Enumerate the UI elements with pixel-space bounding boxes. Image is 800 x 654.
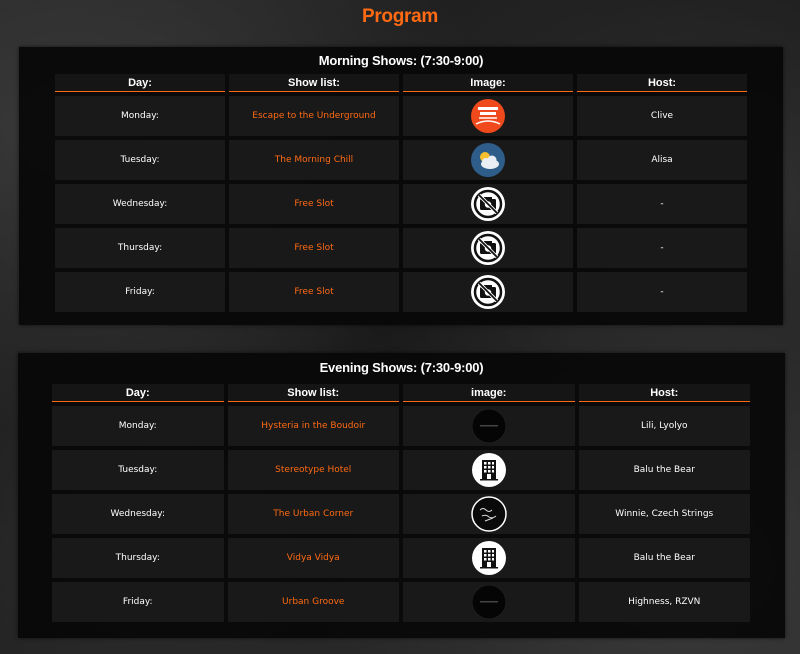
day-cell: Tuesday: [52, 450, 224, 490]
hotel-building-icon [471, 452, 507, 488]
host-cell: Clive [577, 96, 747, 136]
show-link[interactable]: Free Slot [229, 272, 399, 312]
table-row: Monday: Hysteria in the Boudoir Lili, Lyol… [52, 406, 750, 446]
day-cell: Wednesday: [52, 494, 224, 534]
show-link[interactable]: Vidya Vidya [227, 538, 399, 578]
image-cell [403, 582, 575, 622]
evening-shows-panel: Evening Shows: (7:30-9:00) Day: Show lis… [18, 353, 785, 638]
image-cell [403, 96, 573, 136]
table-row: Wednesday: The Urban Corner Winnie, Czech … [52, 494, 750, 534]
show-link[interactable]: Free Slot [229, 228, 399, 268]
no-photo-icon [470, 274, 506, 310]
table-row: Tuesday: The Morning Chill Alisa [55, 140, 747, 180]
day-cell: Tuesday: [55, 140, 225, 180]
show-link[interactable]: Free Slot [229, 184, 399, 224]
morning-shows-title: Morning Shows: (7:30-9:00) [318, 53, 484, 68]
show-link[interactable]: Stereotype Hotel [227, 450, 399, 490]
image-cell [403, 494, 575, 534]
host-cell: Balu the Bear [578, 538, 750, 578]
header-day: Day: [52, 384, 224, 402]
weather-sun-cloud-icon [470, 142, 506, 178]
show-link[interactable]: Hysteria in the Boudoir [227, 406, 399, 446]
image-cell [403, 228, 573, 268]
table-header-row: Day: Show list: image: Host: [52, 384, 750, 402]
hotel-building-icon [471, 540, 507, 576]
table-row: Tuesday: Stereotype Hotel Balu the Bear [52, 450, 750, 490]
table-header-row: Day: Show list: Image: Host: [55, 74, 747, 92]
day-cell: Friday: [52, 582, 224, 622]
host-cell: - [577, 272, 747, 312]
escape-to-the-underground-logo [470, 98, 506, 134]
table-row: Monday: Escape to the Underground Clive [55, 96, 747, 136]
header-host: Host: [577, 74, 747, 92]
no-photo-icon [470, 186, 506, 222]
table-row: Friday: Urban Groove Highness, RZVN [52, 582, 750, 622]
header-image: image: [403, 384, 575, 402]
show-link[interactable]: The Morning Chill [229, 140, 399, 180]
header-show-list: Show list: [227, 384, 399, 402]
show-link[interactable]: The Urban Corner [227, 494, 399, 534]
show-link[interactable]: Escape to the Underground [229, 96, 399, 136]
header-show-list: Show list: [229, 74, 399, 92]
day-cell: Wednesday: [55, 184, 225, 224]
header-day: Day: [55, 74, 225, 92]
host-cell: - [577, 228, 747, 268]
dark-show-logo [471, 584, 507, 620]
day-cell: Friday: [55, 272, 225, 312]
host-cell: Highness, RZVN [578, 582, 750, 622]
table-row: Thursday: Free Slot - [55, 228, 747, 268]
image-cell [403, 450, 575, 490]
header-image: Image: [403, 74, 573, 92]
show-link[interactable]: Urban Groove [227, 582, 399, 622]
evening-shows-title: Evening Shows: (7:30-9:00) [319, 360, 484, 375]
day-cell: Monday: [55, 96, 225, 136]
header-host: Host: [578, 384, 750, 402]
host-cell: Balu the Bear [578, 450, 750, 490]
evening-schedule-table: Day: Show list: image: Host: Monday: Hyst… [48, 380, 754, 626]
day-cell: Thursday: [52, 538, 224, 578]
dark-show-logo [471, 408, 507, 444]
host-cell: - [577, 184, 747, 224]
host-cell: Lili, Lyolyo [578, 406, 750, 446]
image-cell [403, 272, 573, 312]
table-row: Wednesday: Free Slot - [55, 184, 747, 224]
morning-shows-panel: Morning Shows: (7:30-9:00) Day: Show lis… [19, 47, 783, 325]
image-cell [403, 406, 575, 446]
day-cell: Thursday: [55, 228, 225, 268]
page-title: Program [361, 6, 439, 27]
image-cell [403, 184, 573, 224]
urban-corner-logo [471, 496, 507, 532]
image-cell [403, 538, 575, 578]
image-cell [403, 140, 573, 180]
table-row: Friday: Free Slot - [55, 272, 747, 312]
host-cell: Winnie, Czech Strings [578, 494, 750, 534]
no-photo-icon [470, 230, 506, 266]
morning-schedule-table: Day: Show list: Image: Host: Monday: Esca… [51, 70, 751, 316]
host-cell: Alisa [577, 140, 747, 180]
day-cell: Monday: [52, 406, 224, 446]
table-row: Thursday: Vidya Vidya Balu the Bear [52, 538, 750, 578]
